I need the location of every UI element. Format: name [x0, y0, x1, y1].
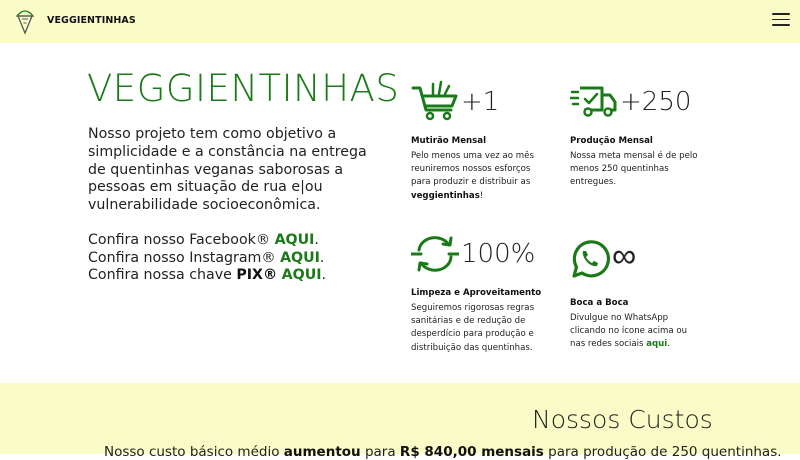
feature-text: Nossa meta mensal é de pelo menos 250 qu…: [570, 151, 698, 188]
logo-icon[interactable]: [15, 8, 35, 35]
recycle-icon: [411, 236, 459, 272]
pix-link[interactable]: AQUI: [282, 267, 322, 283]
social-link[interactable]: aqui: [646, 339, 667, 349]
feature-title: Limpeza e Aproveitamento: [411, 288, 542, 298]
feature-text: Seguiremos rigorosas regras sanitárias e…: [411, 303, 535, 353]
social-links: Confira nosso Facebook® AQUI. Confira no…: [88, 232, 326, 285]
hero-description: Nosso projeto tem como objetivo a simpli…: [88, 126, 367, 214]
instagram-line: Confira nosso Instagram® AQUI.: [88, 249, 325, 266]
feature-title: Mutirão Mensal: [411, 136, 487, 146]
pix-line: Confira nossa chave PIX® AQUI.: [88, 267, 327, 283]
feature-title: Boca a Boca: [570, 298, 629, 308]
costs-title: Nossos Custos: [532, 405, 713, 434]
costs-description: Nosso custo básico médio aumentou para R…: [104, 444, 782, 460]
facebook-line: Confira nosso Facebook® AQUI.: [88, 232, 319, 248]
facebook-link[interactable]: AQUI: [275, 232, 315, 248]
feature-title: Produção Mensal: [570, 136, 653, 146]
feature-text: Pelo menos uma vez ao mês reuniremos nos…: [411, 151, 534, 201]
instagram-link[interactable]: AQUI: [280, 250, 320, 266]
whatsapp-icon[interactable]: [570, 238, 610, 280]
delivery-truck-icon: [570, 86, 617, 117]
stat-value: 100%: [461, 239, 536, 269]
stat-value: +250: [620, 87, 692, 117]
shopping-cart-icon: [411, 80, 458, 121]
hero-title: VEGGIENTINHAS: [87, 67, 400, 110]
costs-section: Nossos Custos Nosso custo básico médio a…: [0, 383, 800, 460]
stat-value: +1: [461, 87, 500, 117]
menu-toggle-button[interactable]: [772, 13, 790, 27]
stat-value: ∞: [612, 236, 637, 276]
feature-text: Divulgue no WhatsApp clicando no ícone a…: [570, 313, 688, 350]
navbar: VEGGIENTINHAS: [0, 0, 800, 43]
brand-name[interactable]: VEGGIENTINHAS: [47, 15, 136, 26]
